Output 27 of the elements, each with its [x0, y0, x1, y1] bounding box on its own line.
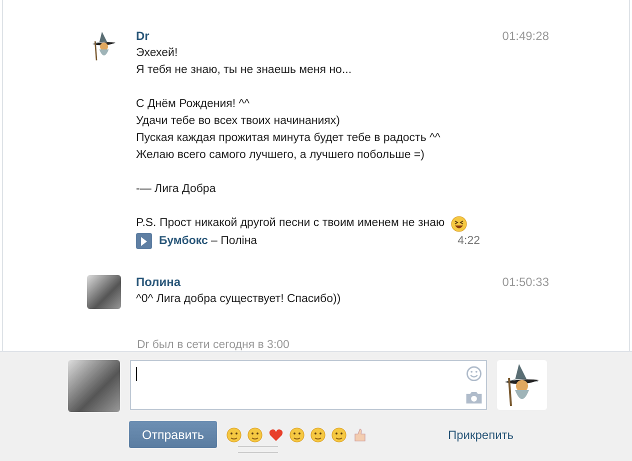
send-button[interactable]: Отправить	[129, 421, 217, 448]
online-status-text: Dr был в сети сегодня в 3:00	[136, 338, 290, 351]
message-text: Эхехей! Я тебя не знаю, ты не знаешь меня но...	[136, 46, 353, 78]
wizard-avatar-icon	[497, 360, 547, 410]
resize-handle[interactable]	[238, 446, 278, 453]
audio-duration: 4:22	[458, 235, 480, 247]
message-time: 01:49:28	[502, 29, 549, 43]
message-text: P.S. Прост никакой другой песни с твоим именем не знаю	[136, 216, 445, 231]
attach-link[interactable]: Прикрепить	[448, 428, 514, 442]
photo-placeholder	[68, 360, 120, 412]
emoji-icon[interactable]	[331, 426, 347, 442]
emoji-icon[interactable]	[247, 426, 263, 442]
emoji-icon[interactable]	[268, 426, 284, 442]
audio-track-title[interactable]: Бумбокс – Поліна	[159, 235, 451, 247]
play-button[interactable]	[136, 233, 152, 249]
laughing-emoji-icon	[450, 216, 467, 232]
emoji-icon[interactable]	[226, 426, 242, 442]
sender-name[interactable]: Dr	[136, 29, 150, 43]
message-text: ^0^ Лига добра существует! Спасибо))	[136, 292, 342, 307]
message-time: 01:50:33	[502, 275, 549, 289]
message-text: -— Лига Добра	[136, 182, 217, 197]
photo-placeholder	[87, 275, 121, 309]
emoji-icon[interactable]	[289, 426, 305, 442]
emoji-icon[interactable]	[310, 426, 326, 442]
play-icon	[140, 236, 148, 246]
message-text: С Днём Рождения! ^^ Удачи тебе во всех твоих начинаниях) Пуская каждая прожитая минута будет тебе в радость ^^ Желаю всего самого лучшего, а лучшего побольше =)	[136, 97, 442, 163]
sender-name[interactable]: Полина	[136, 275, 181, 289]
